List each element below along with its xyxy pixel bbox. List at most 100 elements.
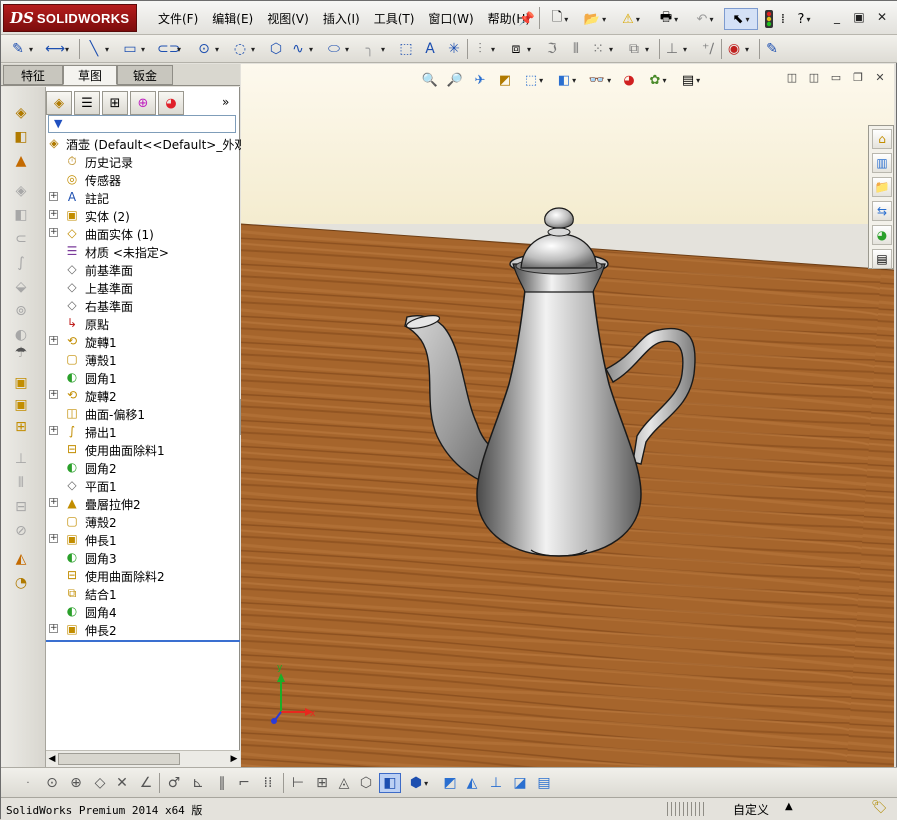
- tree-item[interactable]: + ▣ 伸長2: [46, 620, 240, 638]
- rapid-sketch-button[interactable]: ✎: [763, 38, 781, 60]
- camera-icon[interactable]: ◪: [509, 773, 531, 793]
- menu-tools[interactable]: 工具(T): [367, 10, 422, 27]
- viewport-split-vertical-icon[interactable]: ◫: [784, 70, 800, 84]
- tree-item[interactable]: ◇ 前基準面: [46, 260, 240, 278]
- scroll-right-icon[interactable]: ▶: [229, 752, 239, 766]
- smart-dimension-button[interactable]: ⟷ ▾: [45, 38, 69, 60]
- view-palette-tab[interactable]: ⇆: [872, 201, 892, 221]
- draft-analysis-icon[interactable]: ◬: [333, 773, 355, 793]
- new-document-button[interactable]: 🗋 ▾: [544, 8, 576, 30]
- linear-pattern-button[interactable]: ⁙ ▾: [589, 38, 613, 60]
- tree-item[interactable]: ▢ 薄殼1: [46, 350, 240, 368]
- tree-item[interactable]: + ▣ 实体 (2): [46, 206, 240, 224]
- menu-window[interactable]: 窗口(W): [421, 10, 480, 27]
- lofted-boss-icon[interactable]: ▲: [10, 151, 32, 171]
- mirror-button[interactable]: ⫴: [567, 38, 585, 60]
- trim-button[interactable]: ⫶ ▾: [471, 38, 495, 60]
- point-snap-icon[interactable]: ·: [21, 773, 35, 793]
- zoom-to-area-button[interactable]: 🔎: [444, 70, 466, 90]
- viewport-close-icon[interactable]: ✕: [872, 70, 888, 84]
- center-snap-icon[interactable]: ⊙: [41, 773, 63, 793]
- extruded-boss-icon[interactable]: ◈: [10, 103, 32, 123]
- design-library-tab[interactable]: ▥: [872, 153, 892, 173]
- display-manager-tab[interactable]: ◕: [158, 91, 184, 115]
- tree-item[interactable]: ↳ 原點: [46, 314, 240, 332]
- dimxpert-manager-tab[interactable]: ⊕: [130, 91, 156, 115]
- draft-icon[interactable]: ◔: [10, 573, 32, 593]
- line-button[interactable]: ╲ ▾: [85, 38, 109, 60]
- revolved-cut-icon[interactable]: ⊂: [10, 229, 32, 249]
- parallel-snap-icon[interactable]: ∥: [211, 773, 233, 793]
- section-view-button[interactable]: ◩: [494, 70, 516, 90]
- appearances-tab[interactable]: ◕: [872, 225, 892, 245]
- scroll-left-icon[interactable]: ◀: [47, 752, 57, 766]
- tree-rollback-bar[interactable]: [46, 640, 240, 642]
- measure-icon[interactable]: ⊢: [287, 773, 309, 793]
- expand-toggle-icon[interactable]: +: [49, 228, 58, 237]
- graphics-viewport[interactable]: y x 🔍 🔎 ✈ ◩ ⬚ ▾ ◧ ▾ 👓 ▾ ◕ ✿ ▾ ▤ ▾ ◫ ◫ ▭ ❐ ✕: [241, 64, 894, 767]
- tree-filter-input[interactable]: ▼: [48, 115, 236, 133]
- rib-icon[interactable]: ☂: [10, 343, 32, 363]
- expand-toggle-icon[interactable]: +: [49, 390, 58, 399]
- intersect-icon[interactable]: ⊞: [10, 417, 32, 437]
- tree-item[interactable]: + ∫ 掃出1: [46, 422, 240, 440]
- tree-item[interactable]: ⊟ 使用曲面除料1: [46, 440, 240, 458]
- help-button[interactable]: ? ▾: [791, 8, 817, 30]
- intersection-snap-icon[interactable]: ✕: [111, 773, 133, 793]
- mirror-icon[interactable]: ◭: [10, 549, 32, 569]
- tree-item[interactable]: ⧉ 結合1: [46, 584, 240, 603]
- tangent-snap-icon[interactable]: ♂: [163, 773, 185, 793]
- horizontal-vertical-snap-icon[interactable]: ⌐: [233, 773, 255, 793]
- normal-to-icon[interactable]: ⊥: [485, 773, 507, 793]
- configuration-manager-tab[interactable]: ⊞: [102, 91, 128, 115]
- tree-item[interactable]: ▢ 薄殼2: [46, 512, 240, 530]
- wireframe-icon[interactable]: ⬡: [355, 773, 377, 793]
- swept-cut-icon[interactable]: ∫: [10, 253, 32, 273]
- reference-geometry-icon[interactable]: ⊥: [10, 449, 32, 469]
- expand-toggle-icon[interactable]: +: [49, 426, 58, 435]
- sketch-button[interactable]: ✎ ▾: [9, 38, 33, 60]
- spline-button[interactable]: ∿ ▾: [289, 38, 313, 60]
- viewport-restore-icon[interactable]: ❐: [850, 70, 866, 84]
- curves-icon[interactable]: ⫴: [10, 473, 32, 493]
- viewport-split-icon[interactable]: ◫: [806, 70, 822, 84]
- instant3d-icon[interactable]: ⊟: [10, 497, 32, 517]
- display-style-button[interactable]: ◧ ▾: [552, 70, 582, 90]
- offset-entities-button[interactable]: ℑ: [543, 38, 561, 60]
- plane-button[interactable]: ⬚: [397, 38, 415, 60]
- tree-item[interactable]: + ◇ 曲面实体 (1): [46, 224, 240, 242]
- grid-icon[interactable]: ⊞: [311, 773, 333, 793]
- pattern-icon[interactable]: ⊘: [10, 521, 32, 541]
- previous-view-button[interactable]: ✈: [469, 70, 491, 90]
- property-manager-tab[interactable]: ☰: [74, 91, 100, 115]
- edit-appearance-button[interactable]: ◕: [618, 70, 640, 90]
- tree-item[interactable]: ◇ 上基準面: [46, 278, 240, 296]
- minimize-button[interactable]: _: [828, 9, 846, 25]
- move-entities-button[interactable]: ⧉ ▾: [625, 38, 649, 60]
- tree-root-part[interactable]: ◈ 酒壶 (Default<<Default>_外观: [46, 134, 246, 152]
- tree-item[interactable]: ◐ 圆角3: [46, 548, 240, 566]
- tag-icon[interactable]: 🏷: [871, 800, 888, 815]
- quadrant-snap-icon[interactable]: ◇: [89, 773, 111, 793]
- view-orientation-button[interactable]: ⬚ ▾: [519, 70, 549, 90]
- tree-item[interactable]: ⏱ 历史记录: [46, 152, 240, 171]
- quick-snaps-button[interactable]: ◉ ▾: [725, 38, 749, 60]
- traffic-light-icon[interactable]: [761, 8, 777, 30]
- expand-toggle-icon[interactable]: +: [49, 210, 58, 219]
- section-view-bottom-icon[interactable]: ◩: [439, 773, 461, 793]
- hole-wizard-icon[interactable]: ⊚: [10, 301, 32, 321]
- solidworks-resources-tab[interactable]: ⌂: [872, 129, 892, 149]
- menu-file[interactable]: 文件(F): [151, 10, 205, 27]
- expand-toggle-icon[interactable]: +: [49, 498, 58, 507]
- select-button[interactable]: ⬉ ▾: [724, 8, 758, 30]
- expand-toggle-icon[interactable]: +: [49, 624, 58, 633]
- expand-panel-icon[interactable]: »: [222, 95, 229, 109]
- tree-item[interactable]: ◇ 右基準面: [46, 296, 240, 314]
- menu-view[interactable]: 视图(V): [260, 10, 316, 27]
- tree-item[interactable]: + ▣ 伸長1: [46, 530, 240, 548]
- restore-button[interactable]: ▣: [850, 9, 868, 25]
- polygon-button[interactable]: ⬡: [267, 38, 285, 60]
- grid-snap-icon[interactable]: ⁞⁞: [257, 773, 279, 793]
- units-selector[interactable]: 自定义: [733, 801, 769, 818]
- close-button[interactable]: ✕: [873, 9, 891, 25]
